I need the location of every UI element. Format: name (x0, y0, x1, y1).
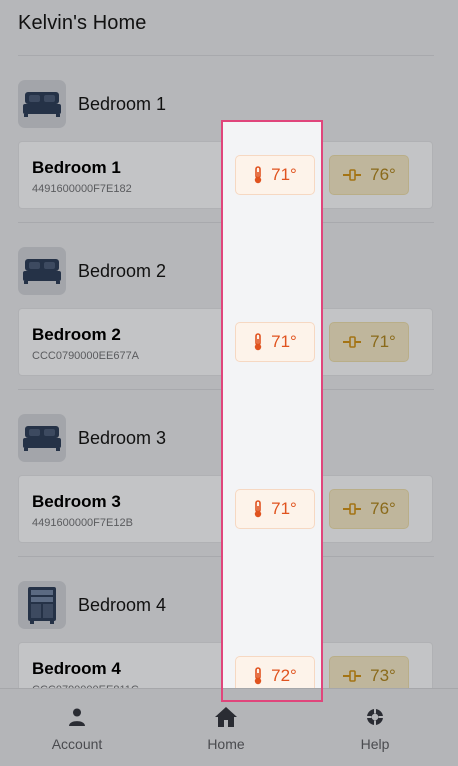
device-name: Bedroom 2 (32, 325, 121, 344)
help-icon (365, 706, 385, 728)
person-icon (67, 706, 87, 728)
cool-setpoint-badge[interactable]: 76° (329, 489, 409, 529)
device-name: Bedroom 1 (32, 158, 121, 177)
cool-setpoint-badge[interactable]: 71° (329, 322, 409, 362)
thermostat-dial-icon (342, 168, 362, 182)
device-id: 4491600000F7E182 (32, 183, 132, 195)
room-name: Bedroom 4 (78, 594, 167, 615)
home-title: Kelvin's Home (18, 12, 147, 34)
cool-setpoint-value: 76° (370, 499, 396, 518)
cool-setpoint-value: 71° (370, 332, 396, 351)
device-id: CCC0790000EE677A (32, 350, 140, 362)
device-name: Bedroom 3 (32, 492, 121, 511)
cool-setpoint-value: 73° (370, 666, 396, 685)
thermostat-dial-icon (342, 669, 362, 683)
cabinet-icon (18, 581, 66, 629)
divider (18, 55, 434, 56)
thermostat-dial-icon (342, 335, 362, 349)
room-name: Bedroom 3 (78, 427, 167, 448)
nav-label: Home (207, 736, 245, 752)
nav-label: Account (51, 736, 103, 752)
app-screen: Kelvin's Home Bedroom 1 Bedroom 1 449160… (0, 0, 458, 766)
device-id: 4491600000F7E12B (32, 517, 133, 529)
cool-setpoint-value: 76° (370, 165, 396, 184)
room-name: Bedroom 2 (78, 260, 167, 281)
room-name: Bedroom 1 (78, 93, 167, 114)
bed-icon (18, 80, 66, 128)
thermostat-dial-icon (342, 502, 362, 516)
device-name: Bedroom 4 (32, 659, 121, 678)
bed-icon (18, 414, 66, 462)
bed-icon (18, 247, 66, 295)
nav-label: Help (360, 736, 390, 752)
cool-setpoint-badge[interactable]: 76° (329, 155, 409, 195)
home-icon (214, 706, 238, 728)
highlight-frame (221, 120, 323, 702)
nav-account[interactable]: Account (2, 689, 152, 766)
